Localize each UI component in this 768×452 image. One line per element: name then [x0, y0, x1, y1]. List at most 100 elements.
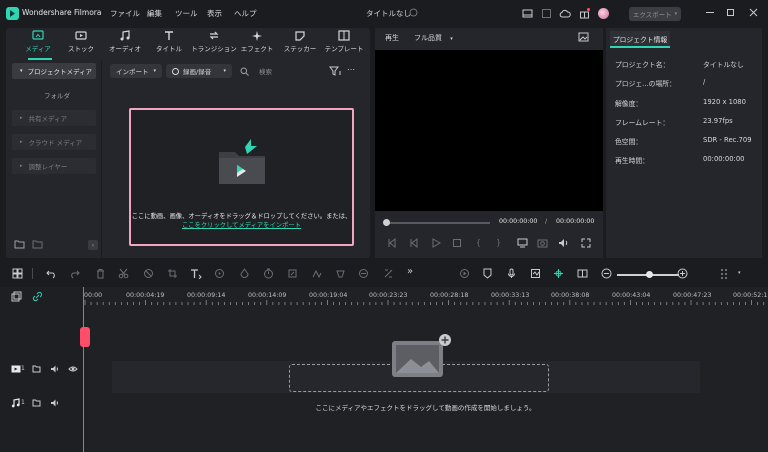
folder-icon[interactable] [32, 398, 42, 408]
playhead-handle[interactable] [80, 327, 90, 347]
tab-stock[interactable]: ストック [59, 30, 103, 58]
more-tools-icon[interactable]: » [407, 266, 420, 279]
menu-help[interactable]: ヘルプ [234, 8, 257, 19]
preview-canvas[interactable] [375, 50, 603, 233]
tab-stickers[interactable]: ステッカー [278, 30, 322, 58]
maximize-icon[interactable] [727, 9, 734, 16]
adjust-icon[interactable] [383, 268, 396, 281]
microphone-icon[interactable] [506, 268, 519, 281]
sidebar-item-project-media[interactable]: ▾ プロジェクトメディア [12, 63, 96, 79]
sidebar-divider [101, 60, 102, 258]
media-dropzone[interactable]: ここに動画、画像、オーディオをドラッグ＆ドロップしてください。または、 ここをク… [129, 108, 354, 246]
minimize-icon[interactable] [706, 12, 714, 13]
tab-project-info[interactable]: プロジェクト情報 [610, 31, 670, 48]
mask-icon[interactable] [335, 268, 348, 281]
mark-in-icon[interactable]: { [476, 238, 488, 250]
audio-mix-icon[interactable] [530, 268, 543, 281]
ruler-label: 00:00:33:13 [491, 292, 530, 299]
prop-label-resolution: 解像度： [615, 100, 643, 108]
sidebar-item-shared-media[interactable]: ▸ 共有メディア [12, 110, 96, 126]
tab-transition[interactable]: トランジション [191, 30, 237, 58]
tab-effects[interactable]: エフェクト [235, 30, 279, 58]
sidebar-item-cloud-media[interactable]: ▸ クラウド メディア [12, 134, 96, 150]
snapshot-icon[interactable] [578, 32, 589, 42]
user-avatar[interactable] [598, 8, 609, 19]
tab-templates[interactable]: テンプレート [322, 30, 366, 58]
menu-view[interactable]: 表示 [207, 8, 222, 19]
filter-icon[interactable] [329, 66, 341, 76]
prop-value-duration: 00:00:00:00 [703, 155, 745, 163]
timeline-ruler[interactable] [83, 287, 768, 309]
fullscreen-icon[interactable] [581, 238, 593, 250]
menu-file[interactable]: ファイル [110, 8, 140, 19]
menu-tools[interactable]: ツール [175, 8, 198, 19]
volume-icon[interactable] [558, 238, 570, 250]
layout-grid-icon[interactable] [12, 268, 25, 281]
camera-icon[interactable] [537, 238, 549, 250]
sidebar-item-adjustment-layer[interactable]: ▸ 調整レイヤー [12, 158, 96, 174]
import-media-link[interactable]: ここをクリックしてメディアをインポート [131, 220, 352, 229]
add-track-icon[interactable] [11, 291, 22, 302]
export-button[interactable]: エクスポート ▾ [629, 7, 681, 21]
crop-icon[interactable] [167, 268, 180, 281]
prop-value-project-name: タイトルなし [703, 61, 744, 69]
ruler-label: 00:00 [84, 292, 103, 299]
speed-icon[interactable] [143, 268, 156, 281]
motion-icon[interactable] [311, 268, 324, 281]
more-options-icon[interactable]: ⋯ [347, 65, 355, 74]
zoom-in-icon[interactable] [677, 268, 690, 281]
zoom-slider-handle[interactable] [646, 271, 653, 278]
play-icon[interactable] [431, 238, 443, 250]
prop-label-location: プロジェ...の場所： [615, 80, 676, 88]
zoom-out-icon[interactable] [601, 268, 614, 281]
quality-dropdown[interactable]: フル品質 ▾ [414, 33, 453, 43]
ai-tool-icon[interactable] [214, 268, 227, 281]
marker-icon[interactable] [482, 268, 495, 281]
dropzone-instructions: ここに動画、画像、オーディオをドラッグ＆ドロップしてください。または、 [131, 213, 352, 220]
redo-icon[interactable] [69, 268, 82, 281]
link-icon[interactable] [32, 291, 43, 302]
render-icon[interactable] [459, 268, 472, 281]
gift-icon[interactable] [579, 8, 590, 19]
save-icon[interactable] [541, 8, 552, 19]
folder-icon[interactable] [32, 364, 42, 374]
stabilize-icon[interactable] [358, 268, 371, 281]
scrubber-handle[interactable] [383, 219, 390, 226]
timeline-settings-icon[interactable] [720, 268, 733, 281]
stop-icon[interactable] [452, 238, 464, 250]
record-dropdown[interactable]: 録画/録音 ▾ [166, 64, 232, 78]
menu-edit[interactable]: 編集 [147, 8, 162, 19]
eye-icon[interactable] [68, 364, 78, 374]
import-dropdown[interactable]: インポート ▾ [110, 64, 162, 78]
tab-media[interactable]: メディア [16, 30, 60, 58]
keyframe-icon[interactable] [287, 268, 300, 281]
prev-frame-icon[interactable] [386, 238, 398, 250]
split-screen-icon[interactable] [577, 268, 590, 281]
folder-icon[interactable] [32, 240, 43, 249]
tab-title[interactable]: タイトル [147, 30, 191, 58]
chevron-down-icon[interactable]: ▾ [738, 270, 741, 276]
tab-audio[interactable]: オーディオ [103, 30, 147, 58]
undo-icon[interactable] [46, 268, 59, 281]
play-back-icon[interactable] [409, 238, 421, 250]
timer-icon[interactable] [263, 268, 276, 281]
add-media-icon[interactable] [391, 333, 453, 379]
mark-out-icon[interactable]: } [496, 238, 508, 250]
ruler-label: 00:00:23:23 [369, 292, 408, 299]
color-tool-icon[interactable] [239, 268, 252, 281]
snap-icon[interactable] [553, 268, 566, 281]
display-icon[interactable] [517, 238, 529, 250]
layout-icon[interactable] [522, 8, 533, 19]
text-tool-icon[interactable] [190, 268, 203, 281]
cloud-upload-icon[interactable] [559, 8, 571, 19]
search-input[interactable]: 検索 [259, 66, 272, 76]
speaker-icon[interactable] [50, 398, 60, 408]
collapse-sidebar-button[interactable]: ‹ [88, 240, 98, 250]
delete-icon[interactable] [95, 268, 108, 281]
sidebar-item-folder[interactable]: フォルダ [12, 87, 96, 103]
new-folder-icon[interactable] [14, 240, 25, 249]
close-icon[interactable] [749, 8, 758, 17]
scissors-icon[interactable] [118, 268, 131, 281]
preview-scrubber[interactable] [385, 222, 490, 224]
speaker-icon[interactable] [50, 364, 60, 374]
